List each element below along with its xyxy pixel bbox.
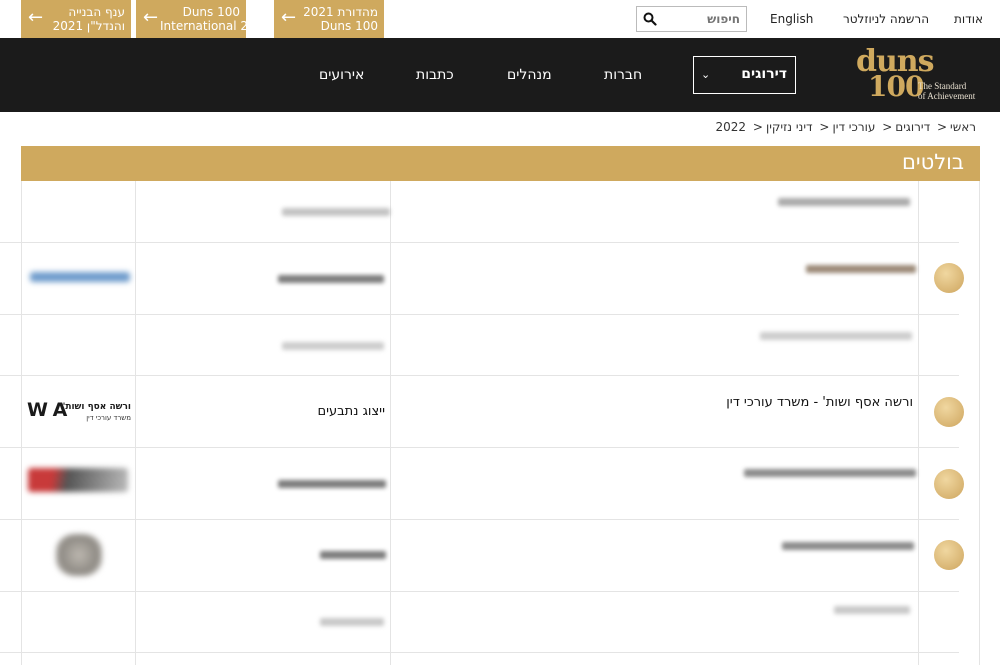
firm-logo: W A ורשה אסף ושות' משרד עורכי דין <box>27 399 131 425</box>
breadcrumb-home[interactable]: ראשי <box>950 120 976 134</box>
blurred-firm-name <box>778 198 910 206</box>
logo-tagline: The Standard of Achievement <box>918 81 975 101</box>
blurred-specialty <box>320 618 384 626</box>
gold-rank-dot-icon <box>934 263 964 293</box>
promo-line2: Duns 100 <box>320 19 378 33</box>
breadcrumb-lawyers[interactable]: עורכי דין <box>832 120 875 134</box>
blurred-firm-logo <box>30 272 130 282</box>
table-row-divider <box>0 447 959 448</box>
chevron-down-icon: ⌄ <box>701 68 711 81</box>
section-header: בולטים <box>21 146 980 181</box>
table-border-right <box>979 181 980 665</box>
promo-duns100-2021[interactable]: ← מהדורת 2021 Duns 100 <box>274 0 384 38</box>
blurred-specialty <box>282 208 390 216</box>
blurred-firm-name <box>744 469 916 477</box>
firm-logo-name: ורשה אסף ושות' <box>62 402 131 412</box>
promo-line1: Duns 100 <box>182 5 240 19</box>
search-icon[interactable] <box>643 12 657 26</box>
blurred-specialty <box>282 342 384 350</box>
top-utility-bar: ← מהדורת 2021 Duns 100 ← Duns 100 Internat… <box>0 0 1000 38</box>
breadcrumb-tort-law[interactable]: דיני נזיקין <box>766 120 813 134</box>
table-column-divider <box>390 181 391 665</box>
about-link[interactable]: אודות <box>954 12 983 26</box>
firm-logo-subtitle: משרד עורכי דין <box>86 414 131 422</box>
gold-rank-dot-icon <box>934 540 964 570</box>
promo-line2: International 2020 <box>160 19 271 33</box>
section-title: בולטים <box>901 150 964 174</box>
promo-line1: מהדורת 2021 <box>303 5 378 19</box>
blurred-firm-logo <box>28 468 128 492</box>
blurred-specialty <box>278 480 386 488</box>
blurred-firm-name <box>760 332 912 340</box>
english-link[interactable]: English <box>770 12 813 26</box>
firm-name[interactable]: ורשה אסף ושות' - משרד עורכי דין <box>726 395 913 410</box>
search-box[interactable] <box>636 6 747 32</box>
table-row-divider <box>0 652 959 653</box>
blurred-firm-name <box>782 542 914 550</box>
blurred-firm-logo <box>56 534 102 576</box>
blurred-firm-name <box>806 265 916 273</box>
firm-logo-mark: W A <box>27 399 67 421</box>
nav-rankings-dropdown[interactable]: דירוגים ⌄ <box>693 56 796 94</box>
blurred-specialty <box>278 275 384 283</box>
nav-managers[interactable]: מנהלים <box>507 67 552 83</box>
main-navigation <box>0 38 1000 112</box>
nav-rankings-label: דירוגים <box>741 66 787 82</box>
logo-tagline-1: The Standard <box>918 81 967 91</box>
table-column-divider <box>918 181 919 665</box>
breadcrumb-rankings[interactable]: דירוגים <box>895 120 930 134</box>
breadcrumb: ראשי< דירוגים< עורכי דין< דיני נזיקין< 2… <box>715 120 976 134</box>
table-row-divider <box>0 314 959 315</box>
promo-line2: והנדל"ן 2021 <box>52 19 125 33</box>
arrow-left-icon: ← <box>28 7 44 28</box>
arrow-left-icon: ← <box>143 7 159 28</box>
nav-articles[interactable]: כתבות <box>416 67 454 83</box>
nav-events[interactable]: אירועים <box>319 67 364 83</box>
table-row-divider <box>0 242 959 243</box>
blurred-specialty <box>320 551 386 559</box>
table-column-divider <box>135 181 136 665</box>
promo-international-2020[interactable]: ← Duns 100 International 2020 <box>136 0 271 38</box>
table-border-left <box>21 181 22 665</box>
breadcrumb-year: 2022 <box>715 120 747 134</box>
search-input[interactable] <box>670 11 740 27</box>
logo-text-100: 100 <box>868 70 924 103</box>
table-row-divider <box>0 591 959 592</box>
nav-companies[interactable]: חברות <box>604 67 642 83</box>
gold-rank-dot-icon <box>934 397 964 427</box>
arrow-left-icon: ← <box>281 7 297 28</box>
logo-tagline-2: of Achievement <box>918 91 976 101</box>
table-row-divider <box>0 375 959 376</box>
newsletter-signup-link[interactable]: הרשמה לניוזלטר <box>843 12 929 26</box>
gold-rank-dot-icon <box>934 469 964 499</box>
firm-specialty: ייצוג נתבעים <box>317 404 386 419</box>
duns100-logo[interactable]: duns 100 The Standard of Achievement <box>856 47 982 103</box>
promo-construction-2021[interactable]: ← ענף הבנייה והנדל"ן 2021 <box>21 0 131 38</box>
promo-line1: ענף הבנייה <box>68 5 125 19</box>
table-row-divider <box>0 519 959 520</box>
blurred-firm-name <box>834 606 910 614</box>
